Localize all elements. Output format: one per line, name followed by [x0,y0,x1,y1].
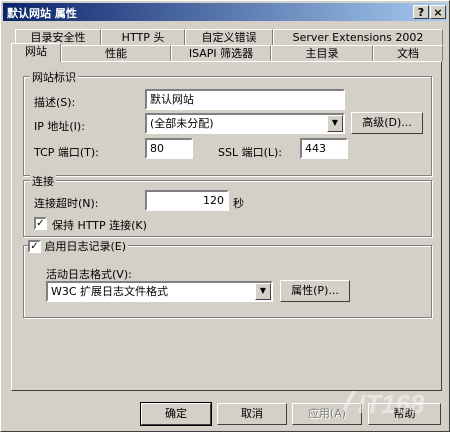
title-bar: 默认网站 属性 ? × [3,3,447,21]
chevron-down-icon[interactable]: ▼ [327,115,343,132]
logging-group: ✓ 启用日志记录(E) 活动日志格式(V): W3C 扩展日志文件格式 ▼ 属性… [23,238,432,318]
properties-dialog: 默认网站 属性 ? × 目录安全性 HTTP 头 自定义错误 Server Ex… [0,0,450,432]
tab-http-headers[interactable]: HTTP 头 [101,29,185,45]
connection-timeout-label: 连接超时(N): [34,197,99,210]
ip-address-value: (全部未分配) [150,117,214,130]
ok-button[interactable]: 确定 [140,402,212,426]
ssl-port-input[interactable]: 443 [300,138,348,159]
log-format-label: 活动日志格式(V): [46,268,132,281]
connection-group: 连接 连接超时(N): 120 秒 ✓ 保持 HTTP 连接(K) [23,173,432,237]
tab-website[interactable]: 网站 [11,43,61,62]
tcp-port-label: TCP 端口(T): [34,146,99,159]
seconds-unit-label: 秒 [233,197,244,210]
tab-isapi-filters[interactable]: ISAPI 筛选器 [171,45,271,61]
tab-panel: 网站标识 描述(S): 默认网站 IP 地址(I): (全部未分配) ▼ 高级(… [11,61,442,391]
site-identification-legend: 网站标识 [30,69,78,85]
site-identification-group: 网站标识 描述(S): 默认网站 IP 地址(I): (全部未分配) ▼ 高级(… [23,69,432,176]
tab-performance[interactable]: 性能 [61,45,171,61]
description-input[interactable]: 默认网站 [145,89,345,110]
logging-legend: ✓ 启用日志记录(E) [28,238,129,254]
enable-logging-checkbox[interactable]: ✓ [28,239,41,253]
keepalive-checkbox[interactable]: ✓ [34,217,47,230]
chevron-down-icon[interactable]: ▼ [255,283,271,300]
log-properties-button[interactable]: 属性(P)... [280,280,350,302]
help-title-button[interactable]: ? [413,5,429,19]
tab-documents[interactable]: 文档 [373,45,443,61]
tcp-port-input[interactable]: 80 [145,138,193,159]
connection-legend: 连接 [30,173,56,189]
enable-logging-label: 启用日志记录(E) [44,240,127,253]
ip-address-combo[interactable]: (全部未分配) ▼ [145,113,345,134]
description-label: 描述(S): [34,96,76,109]
close-icon[interactable]: × [430,5,446,19]
cancel-button[interactable]: 取消 [217,403,287,425]
svg-text:IT168: IT168 [358,389,425,419]
tab-custom-errors[interactable]: 自定义错误 [185,29,273,45]
window-title: 默认网站 属性 [7,7,77,20]
ip-address-label: IP 地址(I): [34,120,85,133]
connection-timeout-input[interactable]: 120 [145,190,229,211]
keepalive-label: 保持 HTTP 连接(K) [52,219,147,232]
advanced-button[interactable]: 高级(D)... [351,112,423,134]
tab-server-extensions[interactable]: Server Extensions 2002 [273,29,443,45]
tab-home-directory[interactable]: 主目录 [271,45,373,61]
log-format-combo[interactable]: W3C 扩展日志文件格式 ▼ [46,281,273,302]
ssl-port-label: SSL 端口(L): [218,146,283,159]
log-format-value: W3C 扩展日志文件格式 [51,285,169,298]
